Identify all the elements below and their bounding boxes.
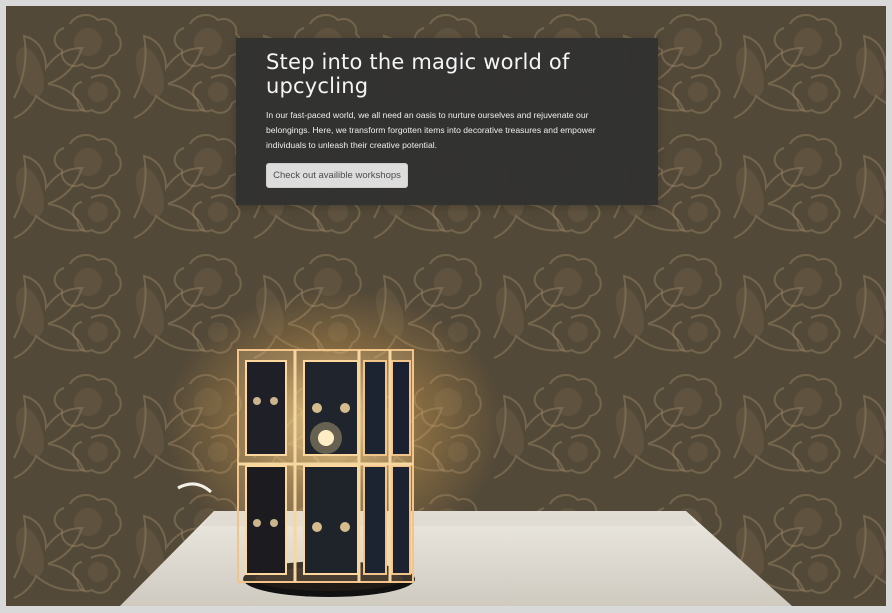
workshops-button[interactable]: Check out availible workshops [266, 163, 408, 188]
hero-content-card: Step into the magic world of upcycling I… [236, 38, 658, 205]
hero-description: In our fast-paced world, we all need an … [266, 110, 596, 150]
hero-banner: Step into the magic world of upcycling I… [6, 6, 886, 606]
page: Step into the magic world of upcycling I… [0, 0, 892, 613]
page-title: Step into the magic world of upcycling [266, 50, 570, 98]
